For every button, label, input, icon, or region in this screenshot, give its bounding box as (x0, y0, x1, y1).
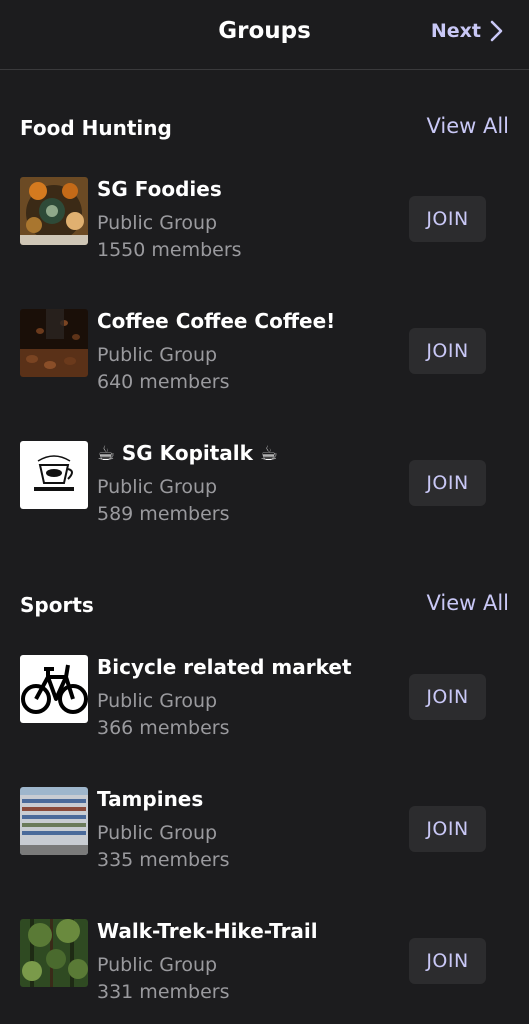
group-type: Public Group (97, 690, 218, 712)
group-name: Bicycle related market (97, 655, 352, 679)
section-title: Sports (20, 593, 94, 617)
next-button[interactable]: Next (431, 20, 503, 42)
group-thumbnail (20, 177, 88, 245)
group-row[interactable]: Walk-Trek-Hike-Trail Public Group 331 me… (20, 919, 509, 1019)
group-thumbnail (20, 309, 88, 377)
group-thumbnail (20, 441, 88, 509)
section-title: Food Hunting (20, 116, 172, 140)
group-row[interactable]: SG Foodies Public Group 1550 members JOI… (20, 177, 509, 277)
group-row[interactable]: Coffee Coffee Coffee! Public Group 640 m… (20, 309, 509, 409)
section-header-sports: Sports View All (20, 589, 509, 621)
group-name: ☕ SG Kopitalk ☕ (97, 441, 278, 465)
join-button[interactable]: JOIN (409, 938, 486, 984)
group-name: SG Foodies (97, 177, 222, 201)
group-thumbnail (20, 655, 88, 723)
group-type: Public Group (97, 344, 218, 366)
member-count: 335 members (97, 849, 230, 871)
join-button[interactable]: JOIN (409, 460, 486, 506)
group-type: Public Group (97, 212, 218, 234)
join-button[interactable]: JOIN (409, 196, 486, 242)
join-button[interactable]: JOIN (409, 328, 486, 374)
top-bar: Groups Next (0, 0, 529, 70)
group-type: Public Group (97, 476, 218, 498)
group-name: Tampines (97, 787, 204, 811)
group-type: Public Group (97, 822, 218, 844)
join-button[interactable]: JOIN (409, 806, 486, 852)
member-count: 640 members (97, 371, 230, 393)
chevron-right-icon (489, 20, 503, 42)
next-label: Next (430, 20, 481, 42)
member-count: 1550 members (97, 239, 242, 261)
group-thumbnail (20, 919, 88, 987)
group-name: Coffee Coffee Coffee! (97, 309, 336, 333)
view-all-link[interactable]: View All (426, 114, 509, 138)
join-button[interactable]: JOIN (409, 674, 486, 720)
group-row[interactable]: ☕ SG Kopitalk ☕ Public Group 589 members… (20, 441, 509, 541)
section-header-food-hunting: Food Hunting View All (20, 112, 509, 144)
view-all-link[interactable]: View All (426, 591, 509, 615)
group-thumbnail (20, 787, 88, 855)
group-row[interactable]: Bicycle related market Public Group 366 … (20, 655, 509, 755)
group-row[interactable]: Tampines Public Group 335 members JOIN (20, 787, 509, 887)
group-type: Public Group (97, 954, 218, 976)
member-count: 366 members (97, 717, 230, 739)
group-name: Walk-Trek-Hike-Trail (97, 919, 318, 943)
member-count: 589 members (97, 503, 230, 525)
member-count: 331 members (97, 981, 230, 1003)
